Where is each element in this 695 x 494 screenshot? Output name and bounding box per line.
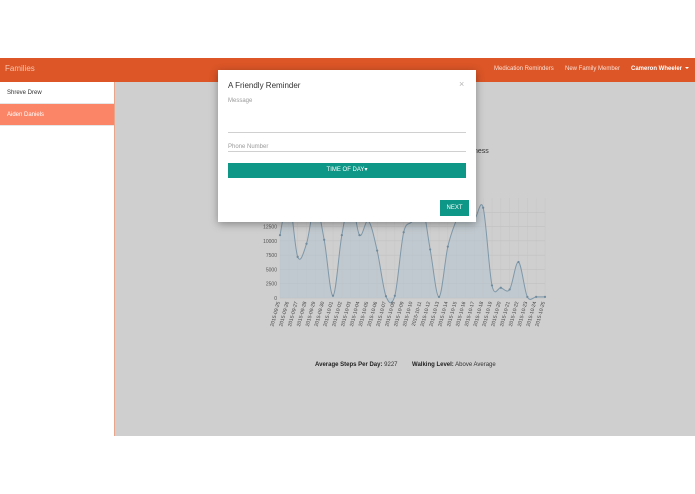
time-of-day-button[interactable]: TIME OF DAY▾: [228, 163, 466, 178]
data-point: [446, 245, 449, 248]
user-name: Cameron Wheeler: [631, 66, 683, 72]
data-point: [358, 234, 361, 237]
data-point: [482, 206, 485, 209]
y-tick-label: 5000: [266, 267, 277, 273]
data-point: [376, 249, 379, 252]
data-point: [517, 260, 520, 264]
walking-level-summary: Walking Level: Above Average: [412, 362, 496, 368]
y-tick-label: 2500: [266, 282, 277, 288]
nav-medication-reminders[interactable]: Medication Reminders: [494, 66, 554, 72]
data-point: [278, 234, 282, 237]
data-point: [508, 288, 511, 291]
data-point: [543, 295, 547, 298]
data-point: [535, 295, 538, 298]
message-placeholder: Message: [228, 98, 253, 104]
y-tick-label: 12500: [263, 225, 277, 231]
app-window: Families Medication Reminders New Family…: [0, 58, 695, 436]
reminder-modal: A Friendly Reminder × Message Phone Numb…: [218, 70, 476, 222]
brand-link[interactable]: Families: [5, 64, 35, 73]
user-menu[interactable]: Cameron Wheeler: [631, 66, 690, 72]
data-point: [340, 234, 343, 237]
average-steps-summary: Average Steps Per Day: 9227: [315, 362, 398, 368]
data-point: [499, 286, 502, 289]
time-of-day-label: TIME OF DAY: [326, 167, 365, 173]
data-point: [437, 295, 441, 298]
sidebar-item-aiden-daniels[interactable]: Aiden Daniels: [0, 104, 114, 126]
steps-value: 9227: [384, 362, 398, 368]
data-point: [490, 284, 494, 287]
y-tick-label: 10000: [263, 239, 277, 245]
data-point: [384, 295, 388, 298]
chart-title-fragment: ness: [474, 148, 489, 155]
y-tick-label: 7500: [266, 253, 277, 259]
sidebar: Shreve Drew Aiden Daniels: [0, 82, 115, 436]
walking-level-label: Walking Level:: [412, 362, 454, 368]
data-point: [402, 231, 405, 234]
data-point: [323, 238, 326, 241]
modal-title: A Friendly Reminder: [228, 81, 301, 90]
data-point: [526, 295, 529, 298]
steps-label: Average Steps Per Day:: [315, 362, 383, 368]
nav-new-family-member[interactable]: New Family Member: [565, 66, 620, 72]
close-icon[interactable]: ×: [459, 79, 464, 89]
caret-down-icon: [685, 67, 690, 70]
data-point: [331, 294, 335, 297]
sidebar-item-shreve-drew[interactable]: Shreve Drew: [0, 82, 114, 104]
data-point: [296, 255, 299, 258]
next-button[interactable]: NEXT: [440, 200, 469, 216]
data-point: [429, 248, 432, 251]
phone-number-field[interactable]: [228, 151, 466, 152]
message-field[interactable]: [228, 132, 466, 133]
data-point: [393, 294, 396, 297]
data-point: [305, 242, 308, 245]
walking-level-value: Above Average: [455, 362, 496, 368]
dropdown-caret-icon: ▾: [364, 167, 368, 173]
phone-placeholder: Phone Number: [228, 144, 269, 150]
